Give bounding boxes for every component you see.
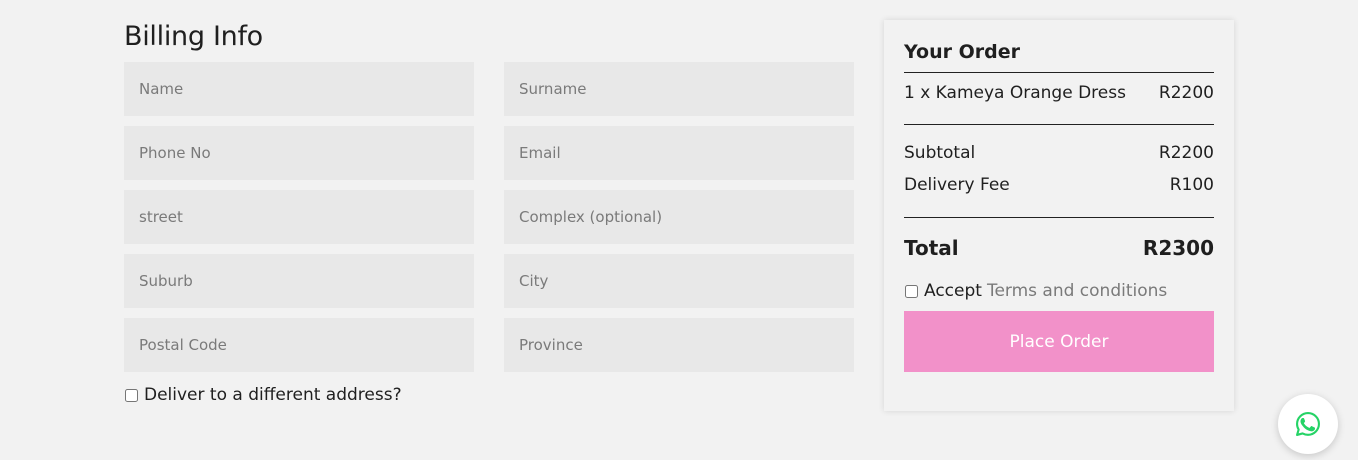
order-costs: Subtotal R2200 Delivery Fee R100 <box>904 125 1214 218</box>
accept-label: Accept <box>924 281 982 301</box>
street-input[interactable] <box>124 190 474 244</box>
complex-input[interactable] <box>504 190 854 244</box>
subtotal-row: Subtotal R2200 <box>904 142 1214 164</box>
name-input[interactable] <box>124 62 474 116</box>
different-address-checkbox[interactable] <box>125 388 138 402</box>
delivery-fee-value: R100 <box>1169 175 1214 195</box>
checkout-page: Billing Info Deliver to a different addr… <box>0 0 1358 460</box>
total-label: Total <box>904 236 959 260</box>
order-items: 1 x Kameya Orange Dress R2200 <box>904 73 1214 125</box>
subtotal-label: Subtotal <box>904 143 976 163</box>
postal-code-input[interactable] <box>124 318 474 372</box>
order-item-row: 1 x Kameya Orange Dress R2200 <box>904 82 1214 104</box>
total-value: R2300 <box>1142 236 1214 260</box>
surname-input[interactable] <box>504 62 854 116</box>
suburb-input[interactable] <box>124 254 474 308</box>
accept-terms-option: Accept Terms and conditions <box>904 281 1214 301</box>
total-row: Total R2300 <box>904 235 1214 261</box>
accept-terms-checkbox[interactable] <box>905 284 918 298</box>
billing-title: Billing Info <box>124 21 263 52</box>
delivery-fee-label: Delivery Fee <box>904 175 1010 195</box>
whatsapp-icon <box>1296 412 1320 436</box>
city-input[interactable] <box>504 254 854 308</box>
order-title: Your Order <box>904 40 1214 73</box>
province-input[interactable] <box>504 318 854 372</box>
place-order-button[interactable]: Place Order <box>904 311 1214 372</box>
order-item-label: 1 x Kameya Orange Dress <box>904 83 1126 103</box>
order-item-price: R2200 <box>1158 83 1214 103</box>
billing-info-section: Billing Info Deliver to a different addr… <box>124 16 854 405</box>
email-input[interactable] <box>504 126 854 180</box>
delivery-fee-row: Delivery Fee R100 <box>904 174 1214 196</box>
order-summary-panel: Your Order 1 x Kameya Orange Dress R2200… <box>884 20 1234 411</box>
phone-input[interactable] <box>124 126 474 180</box>
subtotal-value: R2200 <box>1158 143 1214 163</box>
different-address-option[interactable]: Deliver to a different address? <box>124 385 854 405</box>
whatsapp-chat-button[interactable] <box>1278 394 1338 454</box>
billing-form <box>124 62 854 372</box>
terms-link[interactable]: Terms and conditions <box>987 281 1167 301</box>
different-address-label: Deliver to a different address? <box>144 385 402 405</box>
